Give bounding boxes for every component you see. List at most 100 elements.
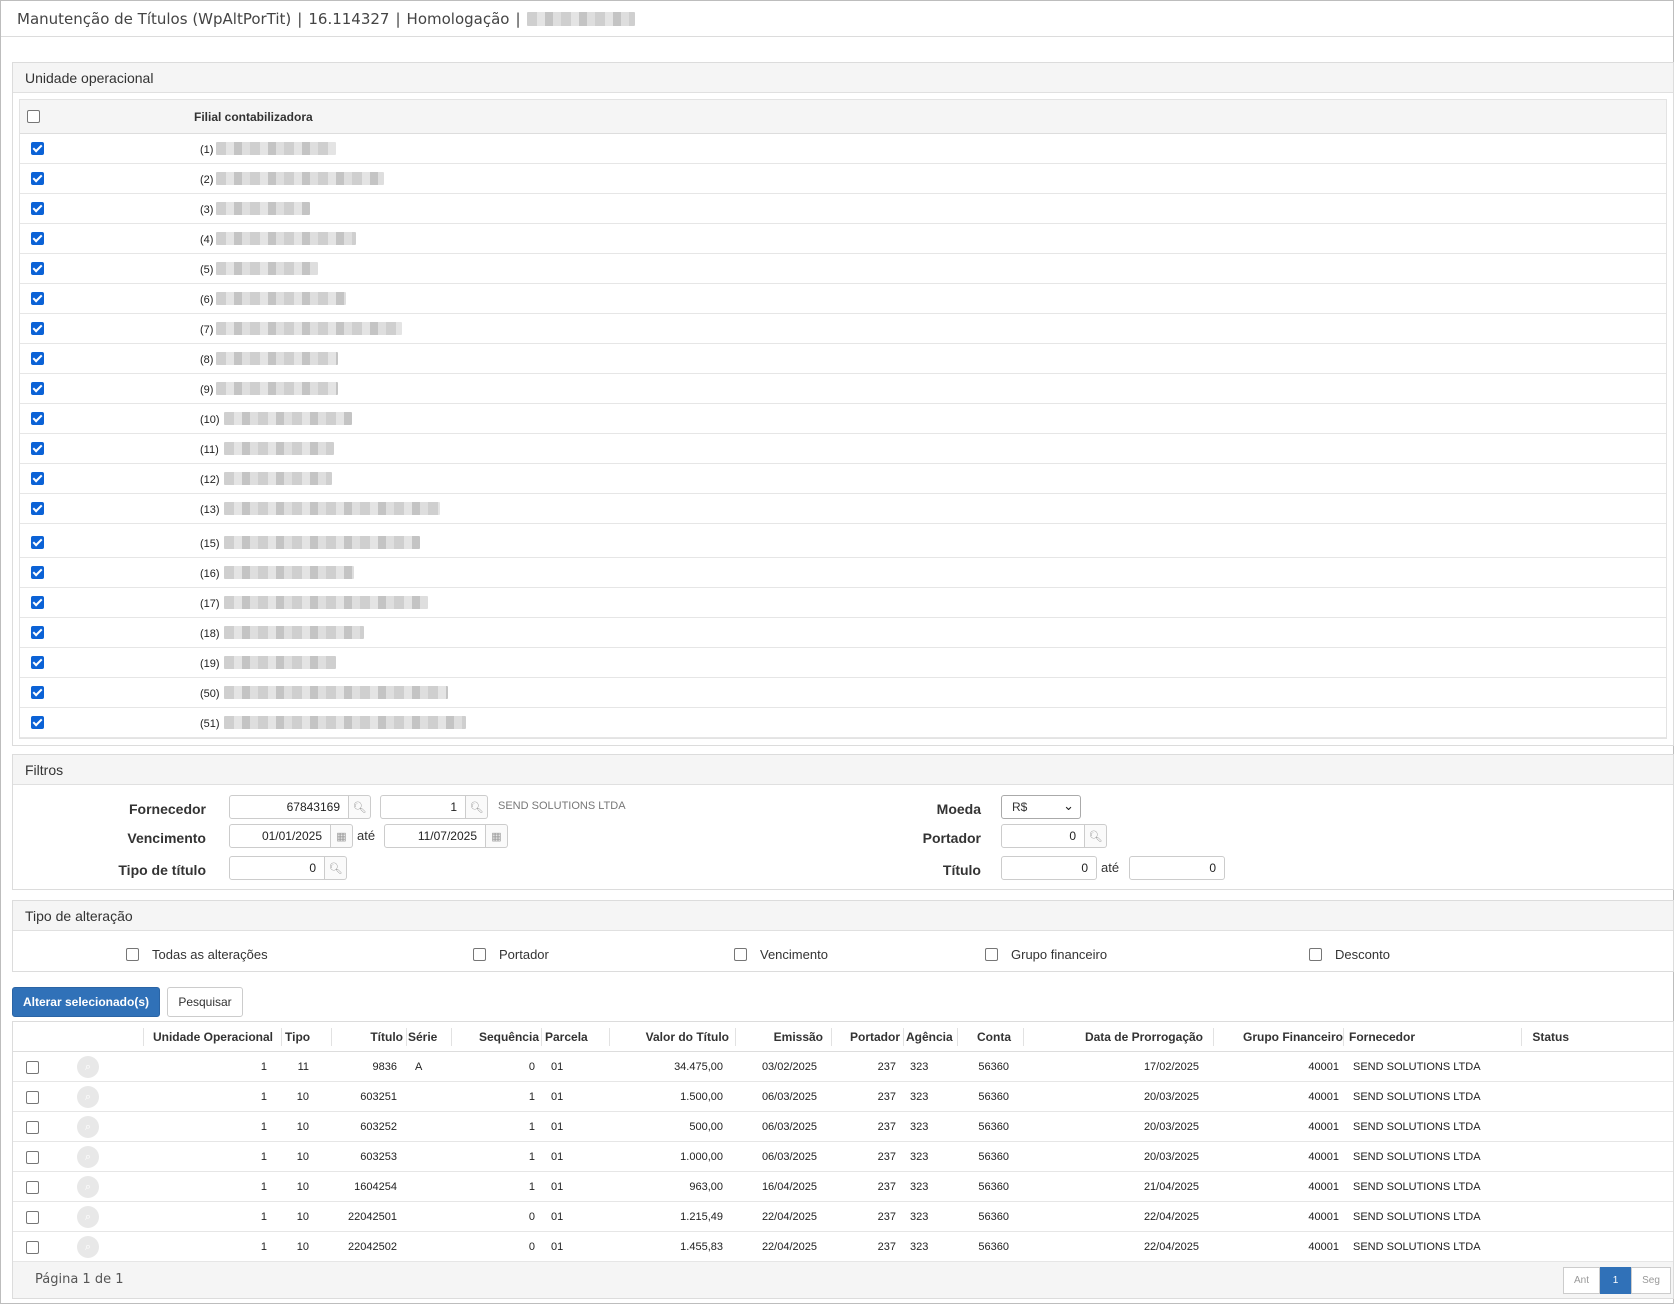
unidade-row[interactable]: (11): [20, 434, 1666, 464]
unidade-row[interactable]: (6): [20, 284, 1666, 314]
unidade-row[interactable]: (15): [20, 528, 1666, 558]
unidade-row-checkbox[interactable]: [31, 412, 44, 425]
unidade-row[interactable]: (10): [20, 404, 1666, 434]
fornecedor-seq-search-icon[interactable]: 🔍︎: [466, 795, 488, 819]
vencimento-from-input[interactable]: 01/01/2025: [229, 824, 331, 848]
row-checkbox[interactable]: [26, 1121, 39, 1134]
unidade-row-checkbox[interactable]: [31, 472, 44, 485]
unidade-row[interactable]: (8): [20, 344, 1666, 374]
calendar-icon[interactable]: ▦: [331, 824, 353, 848]
col-fornecedor-header[interactable]: Fornecedor: [1349, 1022, 1519, 1052]
unidade-row-checkbox[interactable]: [31, 626, 44, 639]
pager-page-1[interactable]: 1: [1600, 1267, 1631, 1294]
select-all-checkbox[interactable]: [27, 110, 40, 123]
table-row[interactable]: ⌕ 1 11 9836 A 0 01 34.475,00 03/02/2025 237 323 563…: [13, 1052, 1673, 1082]
fornecedor-search-icon[interactable]: 🔍︎: [349, 795, 371, 819]
portador-input[interactable]: 0: [1001, 824, 1085, 848]
unidade-row-checkbox[interactable]: [31, 686, 44, 699]
titulo-to-input[interactable]: 0: [1129, 856, 1225, 880]
unidade-row-checkbox[interactable]: [31, 566, 44, 579]
table-row[interactable]: ⌕ 1 10 603252 1 01 500,00 06/03/2025 237 323 56360…: [13, 1112, 1673, 1142]
unidade-row-checkbox[interactable]: [31, 172, 44, 185]
desconto-option[interactable]: Desconto: [1309, 947, 1390, 962]
row-checkbox[interactable]: [26, 1211, 39, 1224]
calendar-icon[interactable]: ▦: [486, 824, 508, 848]
grupo-financeiro-option[interactable]: Grupo financeiro: [985, 947, 1107, 962]
col-parcela-header[interactable]: Parcela: [545, 1022, 595, 1052]
unidade-row[interactable]: (13): [20, 494, 1666, 524]
table-row[interactable]: ⌕ 1 10 603253 1 01 1.000,00 06/03/2025 237 323 563…: [13, 1142, 1673, 1172]
desconto-checkbox[interactable]: [1309, 948, 1322, 961]
col-agencia-header[interactable]: Agência: [906, 1022, 956, 1052]
unidade-row-checkbox[interactable]: [31, 382, 44, 395]
tipo-titulo-search-icon[interactable]: 🔍︎: [325, 856, 347, 880]
unidade-row[interactable]: (50): [20, 678, 1666, 708]
portador-search-icon[interactable]: 🔍︎: [1085, 824, 1107, 848]
unidade-row[interactable]: (1): [20, 134, 1666, 164]
unidade-row[interactable]: (9): [20, 374, 1666, 404]
col-sequencia-header[interactable]: Sequência: [453, 1022, 539, 1052]
unidade-row[interactable]: (17): [20, 588, 1666, 618]
unidade-row-checkbox[interactable]: [31, 142, 44, 155]
table-row[interactable]: ⌕ 1 10 1604254 1 01 963,00 16/04/2025 237 323 5636…: [13, 1172, 1673, 1202]
unidade-row[interactable]: (16): [20, 558, 1666, 588]
grupo-financeiro-checkbox[interactable]: [985, 948, 998, 961]
fornecedor-seq-input[interactable]: 1: [380, 795, 466, 819]
row-checkbox[interactable]: [26, 1241, 39, 1254]
table-row[interactable]: ⌕ 1 10 22042502 0 01 1.455,83 22/04/2025 237 323 5…: [13, 1232, 1673, 1262]
unidade-row-checkbox[interactable]: [31, 202, 44, 215]
col-grupo-financeiro-header[interactable]: Grupo Financeiro: [1213, 1022, 1343, 1052]
moeda-select[interactable]: R$ ⌄: [1001, 795, 1081, 819]
unidade-row-checkbox[interactable]: [31, 232, 44, 245]
unidade-row-checkbox[interactable]: [31, 536, 44, 549]
table-row[interactable]: ⌕ 1 10 22042501 0 01 1.215,49 22/04/2025 237 323 5…: [13, 1202, 1673, 1232]
unidade-row[interactable]: (12): [20, 464, 1666, 494]
portador-checkbox[interactable]: [473, 948, 486, 961]
unidade-row[interactable]: (2): [20, 164, 1666, 194]
unidade-row-checkbox[interactable]: [31, 262, 44, 275]
unidade-row-checkbox[interactable]: [31, 442, 44, 455]
col-status-header[interactable]: Status: [1503, 1022, 1569, 1052]
row-checkbox[interactable]: [26, 1181, 39, 1194]
tipo-titulo-input[interactable]: 0: [229, 856, 325, 880]
unidade-row[interactable]: (51): [20, 708, 1666, 738]
pesquisar-button[interactable]: Pesquisar: [167, 987, 243, 1017]
unidade-row[interactable]: (4): [20, 224, 1666, 254]
table-row[interactable]: ⌕ 1 10 603251 1 01 1.500,00 06/03/2025 237 323 563…: [13, 1082, 1673, 1112]
vencimento-to-input[interactable]: 11/07/2025: [384, 824, 486, 848]
pager-prev-button[interactable]: Ant: [1563, 1267, 1600, 1294]
unidade-row-checkbox[interactable]: [31, 596, 44, 609]
vencimento-option[interactable]: Vencimento: [734, 947, 828, 962]
unidade-row-checkbox[interactable]: [31, 352, 44, 365]
pager-next-button[interactable]: Seg: [1631, 1267, 1671, 1294]
unidade-row-checkbox[interactable]: [31, 716, 44, 729]
col-data-prorrogacao-header[interactable]: Data de Prorrogação: [1043, 1022, 1203, 1052]
unidade-row[interactable]: (5): [20, 254, 1666, 284]
alterar-selecionados-button[interactable]: Alterar selecionado(s): [12, 987, 160, 1017]
unidade-row[interactable]: (3): [20, 194, 1666, 224]
row-checkbox[interactable]: [26, 1061, 39, 1074]
todas-alteracoes-option[interactable]: Todas as alterações: [126, 947, 268, 962]
col-valor-header[interactable]: Valor do Título: [613, 1022, 729, 1052]
unidade-row-checkbox[interactable]: [31, 656, 44, 669]
row-checkbox[interactable]: [26, 1151, 39, 1164]
col-titulo-header[interactable]: Título: [333, 1022, 403, 1052]
col-tipo-header[interactable]: Tipo: [285, 1022, 315, 1052]
col-serie-header[interactable]: Série: [408, 1022, 448, 1052]
col-unidade-operacional-header[interactable]: Unidade Operacional: [133, 1022, 273, 1052]
col-emissao-header[interactable]: Emissão: [743, 1022, 823, 1052]
titulo-from-input[interactable]: 0: [1001, 856, 1097, 880]
col-portador-header[interactable]: Portador: [828, 1022, 900, 1052]
fornecedor-code-input[interactable]: 67843169: [229, 795, 349, 819]
col-conta-header[interactable]: Conta: [959, 1022, 1011, 1052]
unidade-row-checkbox[interactable]: [31, 322, 44, 335]
unidade-row[interactable]: (7): [20, 314, 1666, 344]
portador-option[interactable]: Portador: [473, 947, 549, 962]
todas-alteracoes-checkbox[interactable]: [126, 948, 139, 961]
row-checkbox[interactable]: [26, 1091, 39, 1104]
unidade-row-checkbox[interactable]: [31, 292, 44, 305]
vencimento-checkbox[interactable]: [734, 948, 747, 961]
unidade-row[interactable]: (19): [20, 648, 1666, 678]
unidade-row[interactable]: (18): [20, 618, 1666, 648]
unidade-row-checkbox[interactable]: [31, 502, 44, 515]
